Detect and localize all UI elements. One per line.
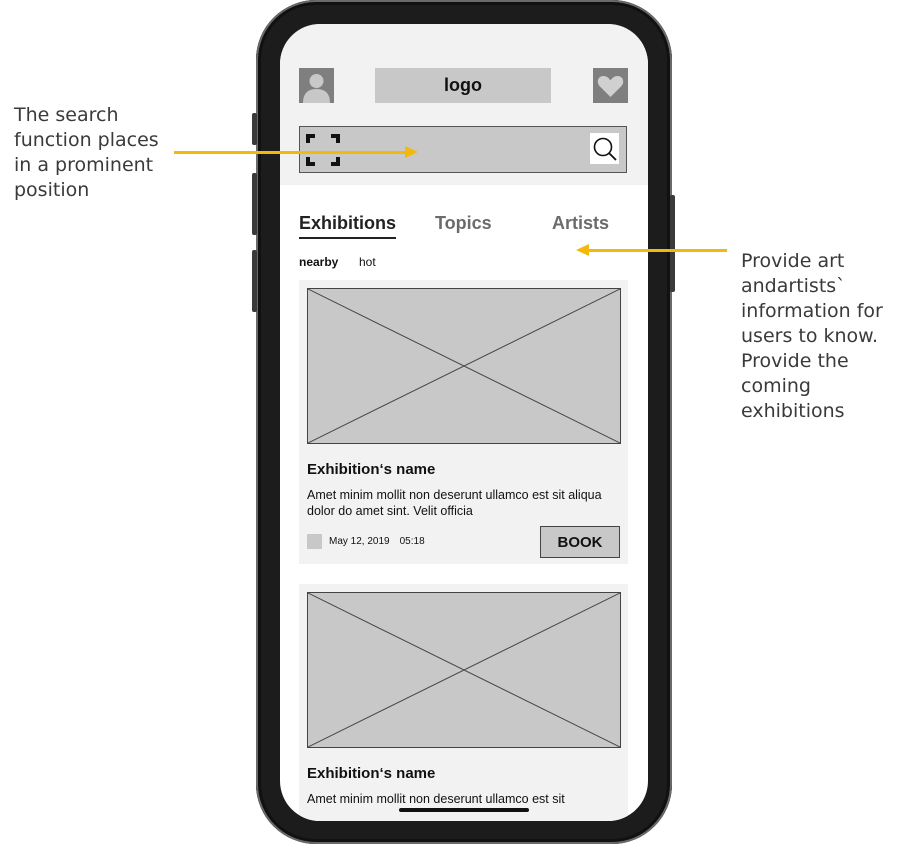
home-indicator (399, 808, 529, 812)
exhibition-description: Amet minim mollit non deserunt ullamco e… (307, 792, 565, 806)
tab-topics[interactable]: Topics (435, 213, 492, 234)
tab-active-indicator (299, 237, 396, 239)
tab-exhibitions[interactable]: Exhibitions (299, 213, 396, 234)
annotation-arrowhead-right (576, 244, 589, 256)
annotation-info: Provide art andartists` information for … (741, 250, 883, 422)
book-button[interactable]: BOOK (540, 526, 620, 558)
tab-artists[interactable]: Artists (552, 213, 609, 234)
logo: logo (375, 68, 551, 103)
exhibition-title: Exhibition‘s name (307, 461, 436, 478)
annotation-arrow-left (174, 151, 406, 154)
user-icon[interactable] (299, 68, 334, 103)
calendar-icon (307, 534, 322, 549)
exhibition-card[interactable]: Exhibition‘s name Amet minim mollit non … (299, 280, 628, 564)
filter-hot[interactable]: hot (359, 255, 376, 269)
exhibition-date: May 12, 2019 (329, 536, 390, 547)
search-bar[interactable] (299, 126, 627, 173)
exhibition-meta: May 12, 2019 05:18 (307, 534, 425, 549)
heart-icon[interactable] (593, 68, 628, 103)
exhibition-description: Amet minim mollit non deserunt ullamco e… (307, 488, 602, 518)
annotation-arrow-right (589, 249, 727, 252)
app-header: logo (280, 24, 648, 185)
phone-volume-up (252, 173, 257, 235)
filter-nearby[interactable]: nearby (299, 255, 338, 269)
scan-icon[interactable] (306, 134, 340, 166)
search-icon[interactable] (590, 133, 619, 164)
image-placeholder (307, 592, 621, 748)
annotation-arrowhead-left (405, 146, 418, 158)
image-placeholder (307, 288, 621, 444)
phone-silent-switch (252, 113, 257, 145)
phone-power-button (670, 195, 675, 292)
annotation-search: The search function places in a prominen… (14, 104, 159, 201)
exhibition-time: 05:18 (399, 536, 425, 547)
exhibition-card[interactable]: Exhibition‘s name Amet minim mollit non … (299, 584, 628, 821)
phone-screen: logo Exhibitions Topics Artists nearby h… (280, 24, 648, 821)
phone-volume-down (252, 250, 257, 312)
exhibition-title: Exhibition‘s name (307, 765, 436, 782)
